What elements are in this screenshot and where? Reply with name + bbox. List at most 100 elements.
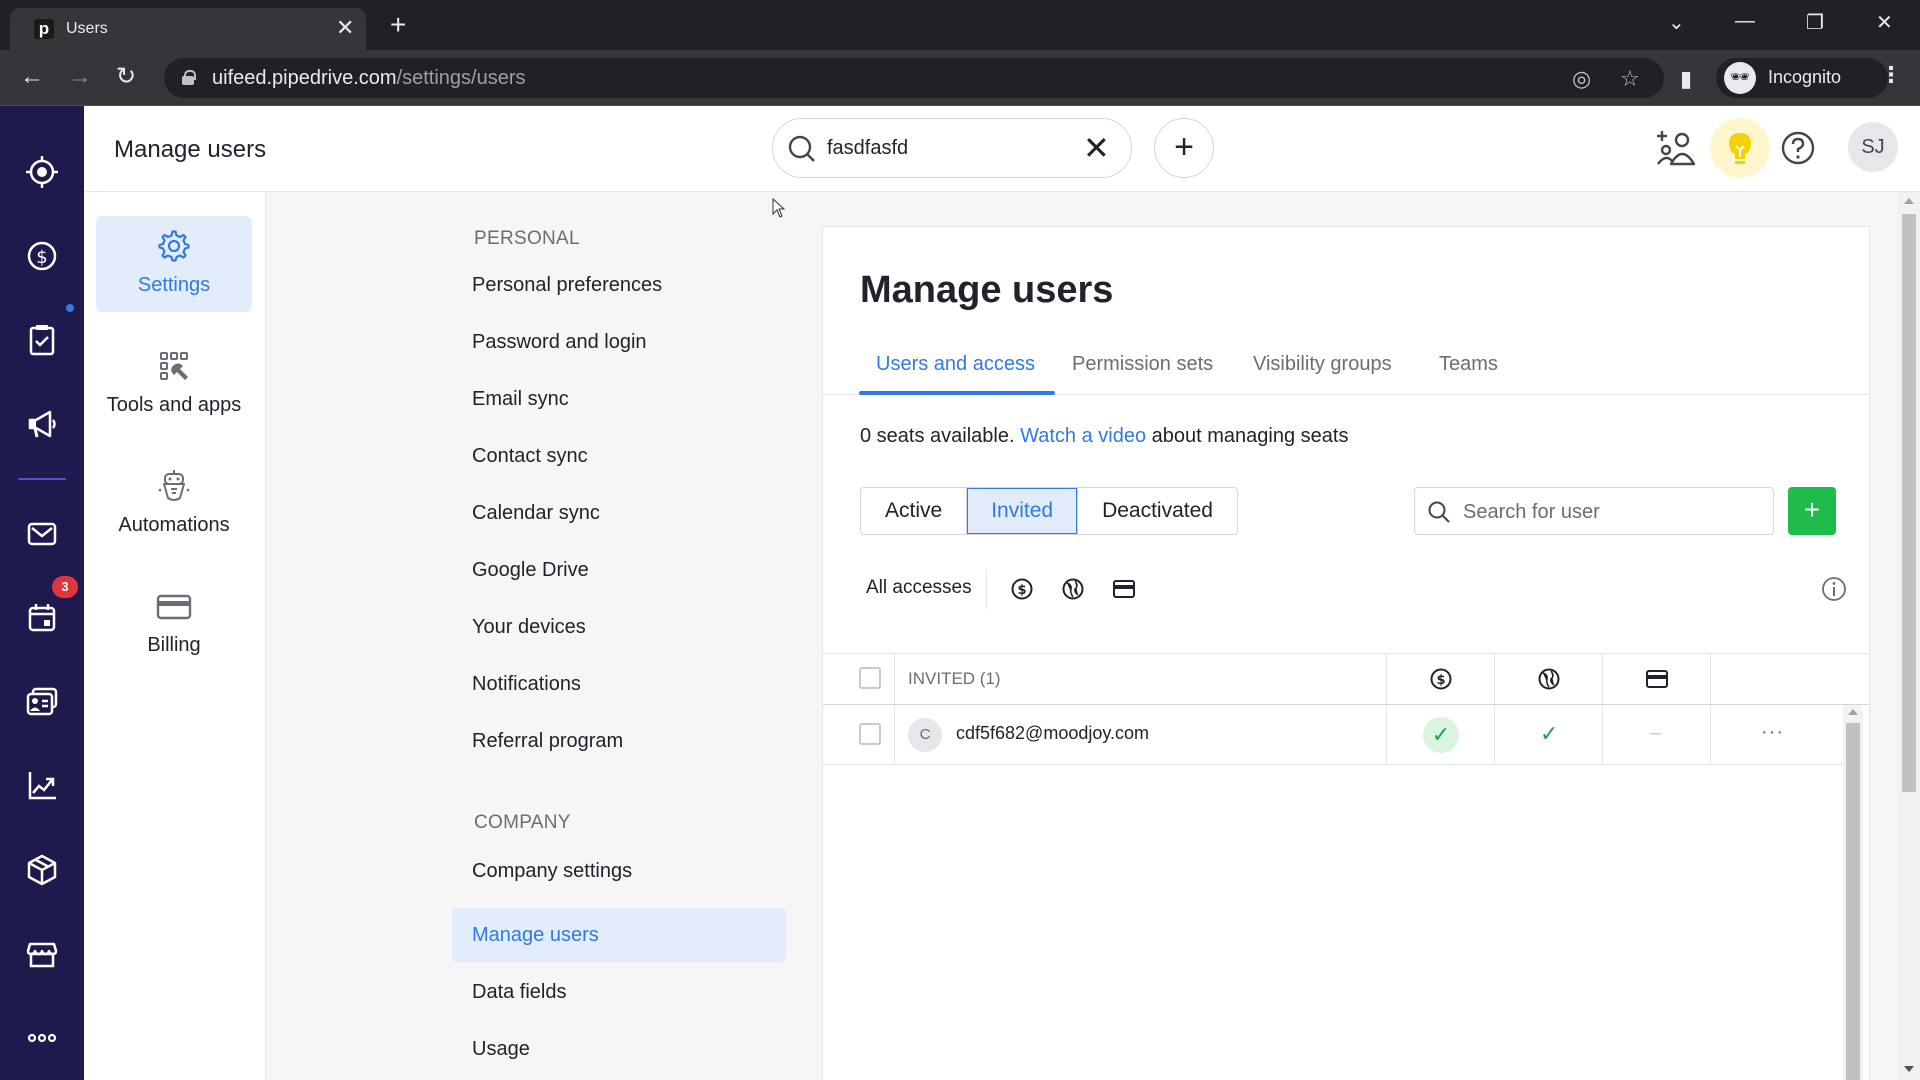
row-actions-button[interactable]: ··· bbox=[1761, 721, 1784, 744]
user-search[interactable] bbox=[1414, 487, 1774, 535]
page-title: Manage users bbox=[860, 269, 1114, 311]
submenu-item-personal-preferences[interactable]: Personal preferences bbox=[452, 258, 786, 312]
tracking-blocked-eye-icon[interactable]: ◎ bbox=[1572, 66, 1591, 92]
global-search[interactable]: ✕ bbox=[772, 118, 1132, 178]
tab-permission-sets[interactable]: Permission sets bbox=[1072, 353, 1213, 376]
tab-teams[interactable]: Teams bbox=[1439, 353, 1498, 376]
address-bar[interactable]: uifeed.pipedrive.com/settings/users ◎ ☆ bbox=[164, 58, 1664, 98]
page-scroll-thumb[interactable] bbox=[1902, 214, 1916, 792]
table-row[interactable]: C cdf5f682@moodjoy.com ✓ ✓ – ··· bbox=[823, 705, 1843, 765]
tab-close-icon[interactable]: ✕ bbox=[336, 16, 354, 40]
search-icon bbox=[1428, 501, 1450, 523]
submenu-item-company-settings[interactable]: Company settings bbox=[452, 844, 786, 898]
manage-users-card: Manage users Users and access Permission… bbox=[822, 226, 1870, 1080]
incognito-icon: 🕶 bbox=[1724, 62, 1756, 94]
trending-chart-icon[interactable] bbox=[24, 768, 60, 804]
restore-button[interactable]: ❐ bbox=[1806, 10, 1824, 35]
dollar-circle-icon[interactable]: $ bbox=[24, 238, 60, 274]
forward-button[interactable]: → bbox=[68, 62, 92, 92]
submenu-item-google-drive[interactable]: Google Drive bbox=[452, 543, 786, 597]
access-filter-row: All accesses $ bbox=[860, 569, 1860, 609]
incognito-label: Incognito bbox=[1768, 67, 1842, 87]
submenu-item-data-fields[interactable]: Data fields bbox=[452, 965, 786, 1019]
quick-add-button[interactable]: + bbox=[1154, 118, 1214, 178]
user-search-input[interactable] bbox=[1463, 498, 1763, 526]
help-icon[interactable] bbox=[1778, 128, 1818, 168]
table-scrollbar[interactable] bbox=[1843, 705, 1863, 1080]
filter-invited[interactable]: Invited bbox=[967, 488, 1079, 534]
settings-submenu: PERSONAL Personal preferences Password a… bbox=[266, 192, 822, 1080]
settings-categories: Settings Tools and apps Automations Bill… bbox=[84, 192, 266, 1080]
more-dots-icon[interactable] bbox=[24, 1020, 60, 1056]
settings-category-settings[interactable]: Settings bbox=[96, 216, 252, 312]
incognito-profile-button[interactable]: 🕶 Incognito bbox=[1716, 58, 1888, 98]
tools-apps-icon bbox=[160, 352, 188, 380]
user-email[interactable]: cdf5f682@moodjoy.com bbox=[956, 723, 1149, 744]
add-user-button[interactable]: + bbox=[1788, 487, 1836, 535]
invite-user-icon[interactable] bbox=[1654, 126, 1698, 170]
close-window-button[interactable]: ✕ bbox=[1876, 10, 1893, 35]
contact-card-icon[interactable] bbox=[24, 684, 60, 720]
box-icon[interactable] bbox=[24, 852, 60, 888]
billing-access-none[interactable]: – bbox=[1650, 722, 1661, 745]
scroll-up-arrow-icon[interactable] bbox=[1848, 709, 1858, 715]
user-avatar[interactable]: SJ bbox=[1848, 122, 1898, 172]
chrome-menu-icon[interactable]: ⋮ bbox=[1880, 62, 1902, 88]
tab-search-chevron-icon[interactable]: ⌄ bbox=[1668, 10, 1685, 35]
settings-category-billing[interactable]: Billing bbox=[96, 576, 252, 672]
browser-tab[interactable]: p Users ✕ bbox=[10, 8, 366, 50]
reload-button[interactable]: ↻ bbox=[116, 62, 136, 92]
table-scroll-thumb[interactable] bbox=[1846, 723, 1860, 1080]
globe-icon[interactable] bbox=[1061, 577, 1085, 601]
calendar-icon[interactable] bbox=[24, 600, 60, 636]
notification-dot bbox=[66, 304, 74, 312]
row-checkbox[interactable] bbox=[859, 723, 881, 745]
new-tab-button[interactable]: + bbox=[390, 10, 406, 40]
filter-deactivated[interactable]: Deactivated bbox=[1078, 488, 1237, 534]
settings-category-automations[interactable]: Automations bbox=[96, 456, 252, 552]
settings-category-tools-and-apps[interactable]: Tools and apps bbox=[96, 336, 252, 432]
credit-card-icon[interactable] bbox=[1112, 577, 1136, 601]
side-panel-icon[interactable]: ▮ bbox=[1680, 66, 1692, 92]
submenu-item-manage-users[interactable]: Manage users bbox=[452, 908, 786, 962]
submenu-item-notifications[interactable]: Notifications bbox=[452, 657, 786, 711]
submenu-item-contact-sync[interactable]: Contact sync bbox=[452, 429, 786, 483]
submenu-item-password-and-login[interactable]: Password and login bbox=[452, 315, 786, 369]
info-icon[interactable] bbox=[1820, 575, 1848, 603]
campaigns-access-check-icon[interactable]: ✓ bbox=[1540, 721, 1558, 747]
credit-card-icon bbox=[1646, 670, 1668, 688]
submenu-item-your-devices[interactable]: Your devices bbox=[452, 600, 786, 654]
submenu-item-calendar-sync[interactable]: Calendar sync bbox=[452, 486, 786, 540]
scroll-down-arrow-icon[interactable] bbox=[1904, 1066, 1914, 1072]
seats-info: 0 seats available. Watch a video about m… bbox=[860, 425, 1349, 447]
page-scrollbar[interactable] bbox=[1898, 192, 1920, 1080]
scroll-up-arrow-icon[interactable] bbox=[1904, 198, 1914, 204]
invited-count-header: INVITED (1) bbox=[908, 669, 1001, 688]
minimize-button[interactable]: — bbox=[1735, 10, 1755, 33]
filter-active[interactable]: Active bbox=[861, 488, 968, 534]
select-all-checkbox[interactable] bbox=[859, 667, 881, 689]
tab-users-and-access[interactable]: Users and access bbox=[876, 353, 1035, 376]
clear-search-icon[interactable]: ✕ bbox=[1083, 131, 1110, 165]
app-header: Manage users ✕ + SJ bbox=[84, 106, 1920, 192]
credit-card-icon bbox=[156, 594, 192, 620]
submenu-item-usage[interactable]: Usage bbox=[452, 1022, 786, 1076]
dollar-circle-icon[interactable]: $ bbox=[1010, 577, 1034, 601]
envelope-icon[interactable] bbox=[24, 516, 60, 552]
submenu-item-email-sync[interactable]: Email sync bbox=[452, 372, 786, 426]
clipboard-check-icon[interactable] bbox=[24, 322, 60, 358]
tab-visibility-groups[interactable]: Visibility groups bbox=[1253, 353, 1392, 376]
megaphone-icon[interactable] bbox=[24, 406, 60, 442]
calendar-badge: 3 bbox=[52, 576, 78, 598]
back-button[interactable]: ← bbox=[20, 62, 44, 92]
global-search-input[interactable] bbox=[827, 133, 1057, 163]
all-accesses-filter[interactable]: All accesses bbox=[866, 577, 972, 599]
robot-icon bbox=[158, 470, 190, 501]
watch-video-link[interactable]: Watch a video bbox=[1020, 425, 1146, 447]
target-icon[interactable] bbox=[24, 154, 60, 190]
tips-button[interactable] bbox=[1710, 118, 1770, 178]
submenu-item-referral-program[interactable]: Referral program bbox=[452, 714, 786, 768]
store-icon[interactable] bbox=[24, 936, 60, 972]
deals-access-check-icon[interactable]: ✓ bbox=[1423, 717, 1459, 753]
bookmark-star-icon[interactable]: ☆ bbox=[1620, 66, 1640, 92]
